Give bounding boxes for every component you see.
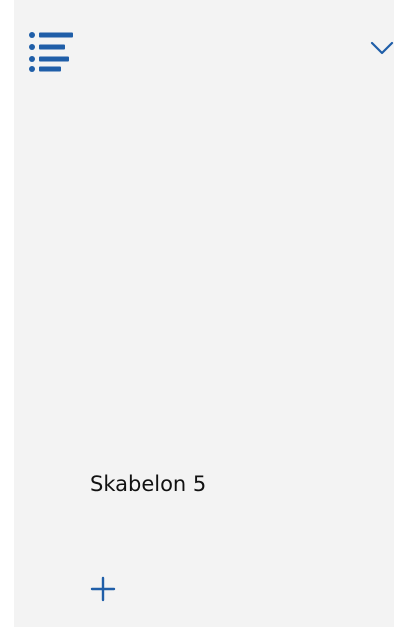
template-label[interactable]: Skabelon 5 bbox=[90, 472, 206, 496]
template-panel: Skabelon 5 bbox=[14, 0, 394, 627]
list-icon[interactable] bbox=[28, 30, 76, 72]
plus-icon[interactable] bbox=[90, 576, 116, 602]
chevron-down-icon[interactable] bbox=[370, 40, 394, 56]
